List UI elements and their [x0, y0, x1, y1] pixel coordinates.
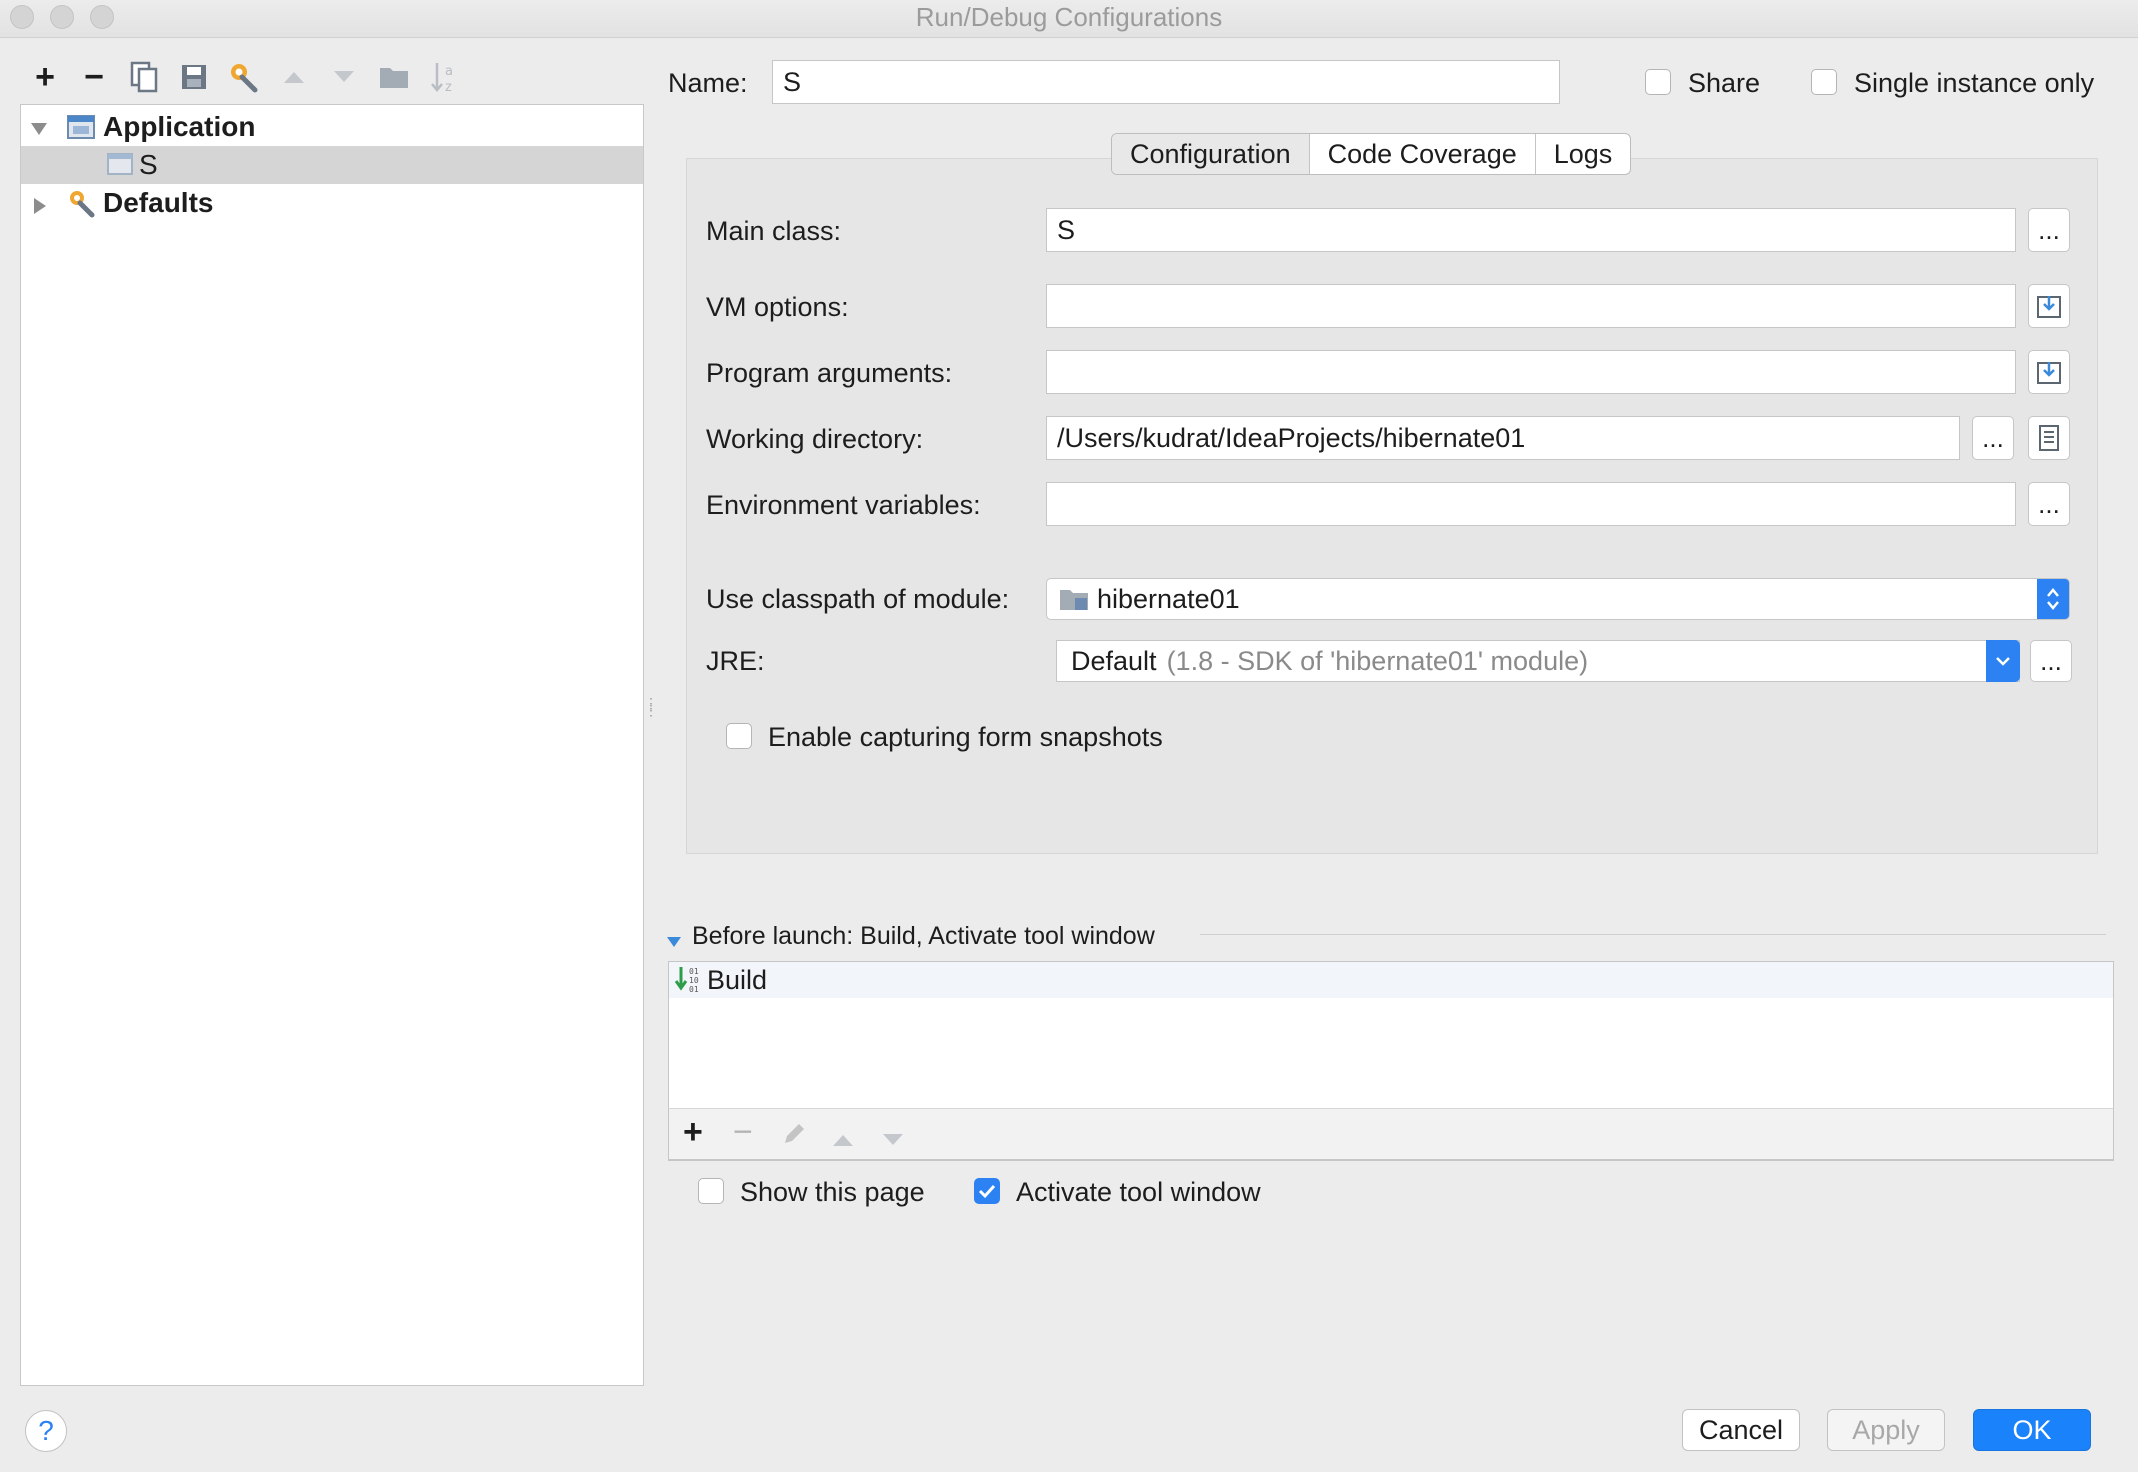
share-checkbox[interactable]	[1645, 69, 1671, 95]
svg-text:10: 10	[689, 976, 699, 985]
main-class-browse-button[interactable]: ...	[2028, 208, 2070, 252]
move-down-icon[interactable]	[327, 60, 361, 94]
list-toolbar: + −	[668, 1108, 2114, 1160]
main-class-field[interactable]: S	[1046, 208, 2016, 252]
working-directory-label: Working directory:	[706, 424, 924, 454]
classpath-module-value: hibernate01	[1097, 583, 1240, 614]
expand-field-icon[interactable]	[2028, 284, 2070, 328]
save-icon[interactable]	[177, 60, 211, 94]
wrench-icon[interactable]	[227, 60, 261, 94]
application-icon	[67, 113, 95, 148]
folder-icon[interactable]	[377, 60, 411, 94]
ok-button[interactable]: OK	[1973, 1409, 2091, 1451]
svg-text:01: 01	[689, 985, 699, 994]
add-icon[interactable]: +	[683, 1113, 703, 1152]
expand-field-icon[interactable]	[2028, 350, 2070, 394]
module-folder-icon	[1059, 586, 1089, 612]
single-instance-label: Single instance only	[1854, 68, 2095, 98]
apply-button[interactable]: Apply	[1827, 1409, 1945, 1451]
wrench-icon	[67, 188, 97, 225]
classpath-module-label: Use classpath of module:	[706, 584, 1010, 614]
collapse-triangle-icon[interactable]	[666, 925, 682, 956]
name-field[interactable]: S	[772, 60, 1560, 104]
checkmark-icon	[978, 1184, 996, 1199]
sort-icon[interactable]: az	[427, 60, 461, 94]
program-arguments-field[interactable]	[1046, 350, 2016, 394]
tab-bar: Configuration Code Coverage Logs	[1111, 133, 1632, 175]
move-up-icon[interactable]	[831, 1125, 855, 1156]
tree-item-defaults[interactable]: Defaults	[21, 184, 643, 222]
svg-text:a: a	[445, 64, 453, 79]
show-page-checkbox[interactable]	[698, 1178, 724, 1204]
activate-tool-window-label: Activate tool window	[1016, 1177, 1261, 1207]
name-value: S	[783, 66, 802, 97]
vm-options-label: VM options:	[706, 292, 849, 322]
snapshots-checkbox[interactable]	[726, 723, 752, 749]
chevron-right-icon[interactable]	[31, 192, 49, 223]
remove-icon[interactable]: −	[77, 60, 111, 94]
tab-code-coverage[interactable]: Code Coverage	[1310, 134, 1536, 174]
share-label: Share	[1688, 68, 1761, 98]
jre-detail: (1.8 - SDK of 'hibernate01' module)	[1166, 645, 1589, 676]
splitter-handle[interactable]: ⋮ ⋮	[644, 696, 658, 730]
activate-tool-window-checkbox[interactable]	[974, 1178, 1000, 1204]
tree-item-label: S	[139, 149, 158, 180]
tab-logs[interactable]: Logs	[1536, 134, 1631, 174]
move-down-icon[interactable]	[881, 1125, 905, 1156]
title-bar: Run/Debug Configurations	[0, 0, 2138, 38]
tree-item-application[interactable]: Application	[21, 108, 643, 146]
working-directory-browse-button[interactable]: ...	[1972, 416, 2014, 460]
jre-combobox[interactable]: Default (1.8 - SDK of 'hibernate01' modu…	[1056, 640, 2020, 682]
working-directory-field[interactable]: /Users/kudrat/IdeaProjects/hibernate01	[1046, 416, 1960, 460]
jre-value: Default	[1071, 645, 1157, 676]
before-launch-header: Before launch: Build, Activate tool wind…	[692, 922, 1155, 950]
main-class-label: Main class:	[706, 216, 842, 246]
chevron-down-icon[interactable]	[29, 114, 49, 145]
working-directory-value: /Users/kudrat/IdeaProjects/hibernate01	[1057, 422, 1526, 453]
tab-configuration[interactable]: Configuration	[1112, 134, 1310, 174]
snapshots-label: Enable capturing form snapshots	[768, 722, 1163, 752]
copy-icon[interactable]	[127, 60, 161, 94]
select-arrows-icon[interactable]	[2037, 579, 2069, 619]
tree-item-label: Application	[103, 111, 256, 142]
svg-text:z: z	[445, 80, 452, 93]
environment-variables-label: Environment variables:	[706, 490, 981, 520]
move-up-icon[interactable]	[277, 60, 311, 94]
classpath-module-select[interactable]: hibernate01	[1046, 578, 2070, 620]
cancel-button[interactable]: Cancel	[1682, 1409, 1800, 1451]
class-config-icon	[107, 152, 135, 185]
chevron-down-icon[interactable]	[1986, 640, 2020, 682]
window-title: Run/Debug Configurations	[915, 2, 1223, 32]
svg-text:01: 01	[689, 967, 699, 976]
list-item-label: Build	[707, 964, 768, 995]
jre-label: JRE:	[706, 646, 765, 676]
vm-options-field[interactable]	[1046, 284, 2016, 328]
tree-item-label: Defaults	[103, 187, 214, 218]
environment-variables-browse-button[interactable]: ...	[2028, 482, 2070, 526]
build-icon: 01 10 01	[675, 965, 703, 995]
remove-icon[interactable]: −	[733, 1113, 753, 1152]
show-page-label: Show this page	[740, 1177, 925, 1207]
configuration-tree[interactable]: Application S Defaults	[20, 104, 644, 1386]
environment-variables-field[interactable]	[1046, 482, 2016, 526]
main-class-value: S	[1057, 214, 1076, 245]
help-button[interactable]: ?	[25, 1410, 67, 1452]
add-icon[interactable]: +	[28, 60, 62, 94]
tree-item-s[interactable]: S	[21, 146, 643, 184]
name-label: Name:	[668, 68, 748, 98]
single-instance-checkbox[interactable]	[1811, 69, 1837, 95]
macro-icon[interactable]	[2028, 416, 2070, 460]
section-divider	[1200, 934, 2106, 935]
edit-icon[interactable]	[781, 1121, 807, 1154]
program-arguments-label: Program arguments:	[706, 358, 953, 388]
list-item[interactable]: 01 10 01 Build	[669, 962, 2113, 998]
jre-browse-button[interactable]: ...	[2030, 640, 2072, 682]
